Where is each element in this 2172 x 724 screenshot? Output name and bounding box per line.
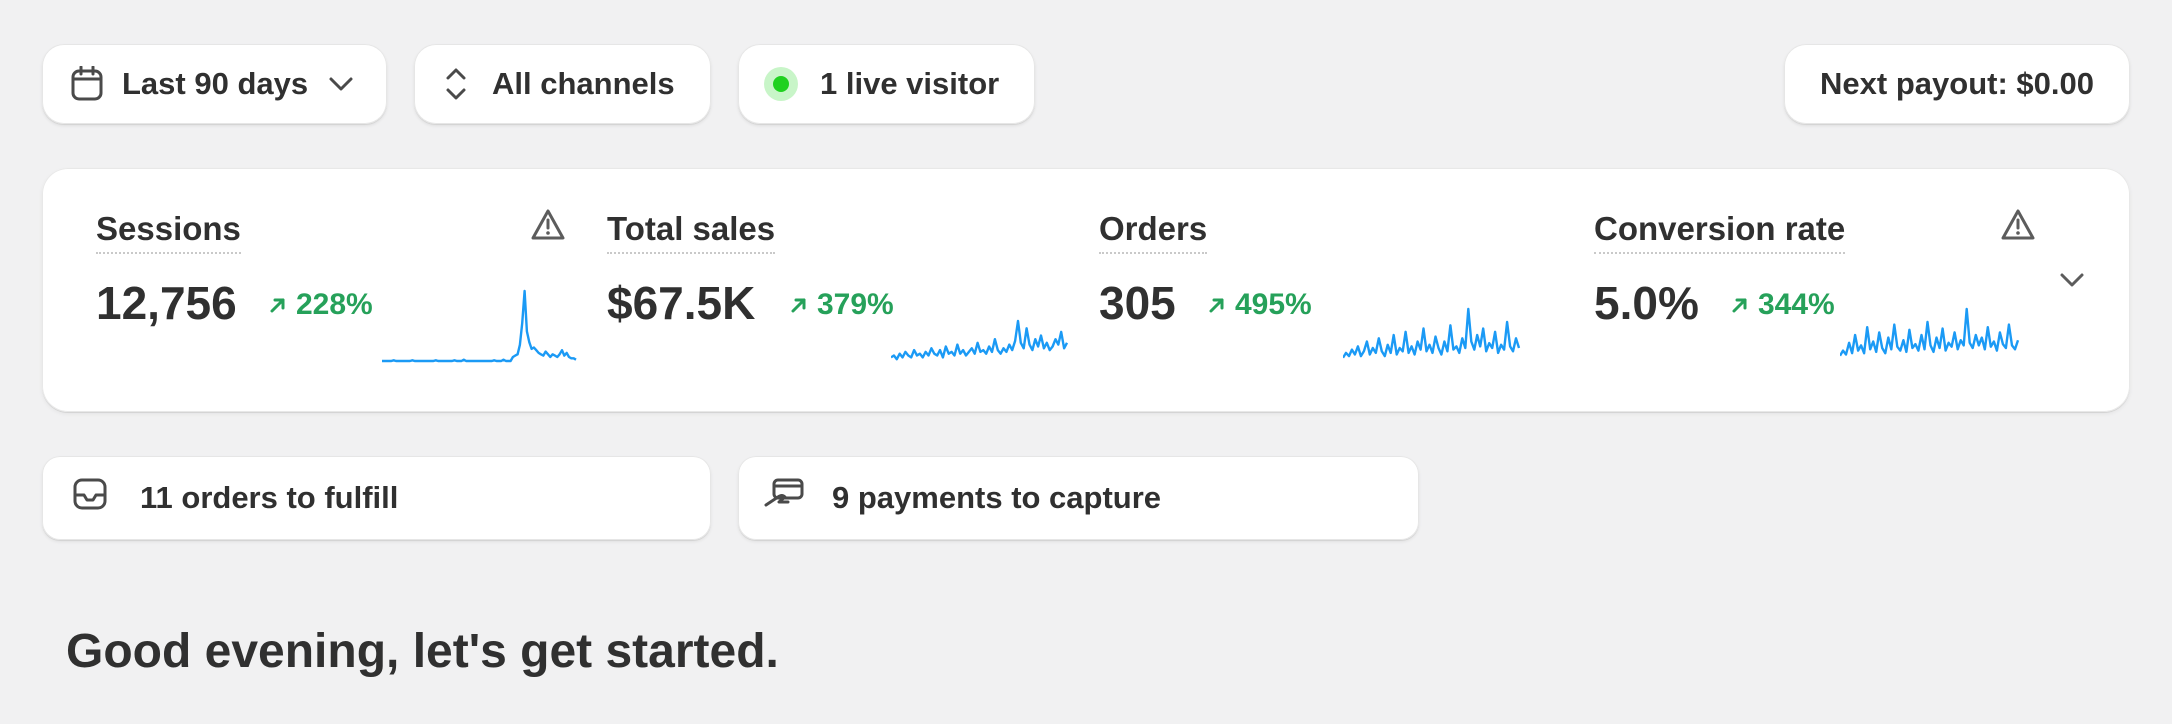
- metric-value: $67.5K: [607, 277, 756, 329]
- metric-change: 379%: [789, 288, 894, 322]
- date-range-button[interactable]: Last 90 days: [42, 44, 387, 124]
- warning-icon[interactable]: [2000, 208, 2036, 247]
- trend-up-icon: [1732, 298, 1747, 313]
- trend-up-icon: [791, 298, 806, 313]
- sparkline-line: [891, 319, 1069, 361]
- metric-change-value: 379%: [817, 288, 894, 321]
- metric-label: Total sales: [607, 210, 776, 254]
- metric-sessions[interactable]: Sessions 12,756 228%: [96, 168, 577, 412]
- calendar-icon: [70, 66, 104, 102]
- inbox-icon: [72, 477, 108, 519]
- task-label: 9 payments to capture: [832, 480, 1162, 515]
- sparkline-line: [1840, 307, 2020, 357]
- metric-change: 495%: [1207, 288, 1312, 322]
- trend-up-icon: [1209, 298, 1224, 313]
- sparkline-line: [382, 289, 577, 363]
- metric-change: 344%: [1730, 288, 1835, 322]
- metric-conversion-rate[interactable]: Conversion rate 5.0% 344%: [1594, 168, 2074, 412]
- live-visitors-label: 1 live visitor: [820, 66, 1000, 101]
- metric-total-sales[interactable]: Total sales $67.5K 379%: [607, 168, 1077, 412]
- live-indicator-icon: [764, 67, 798, 101]
- greeting-heading: Good evening, let's get started.: [66, 625, 779, 678]
- live-visitors-button[interactable]: 1 live visitor: [738, 44, 1035, 124]
- channel-label: All channels: [492, 66, 675, 101]
- metric-change-value: 228%: [296, 288, 373, 321]
- payments-to-capture-button[interactable]: 9 payments to capture: [738, 456, 1419, 540]
- warning-icon[interactable]: [530, 208, 566, 247]
- metric-value: 305: [1099, 277, 1176, 329]
- metric-label: Sessions: [96, 210, 241, 254]
- payment-hand-icon: [764, 477, 806, 519]
- channel-select[interactable]: All channels: [414, 44, 711, 124]
- expand-metrics-button[interactable]: [2052, 260, 2092, 300]
- next-payout-button[interactable]: Next payout: $0.00: [1784, 44, 2130, 124]
- date-range-label: Last 90 days: [122, 66, 309, 101]
- metric-label: Conversion rate: [1594, 210, 1846, 254]
- total-sales-sparkline: [891, 319, 1069, 361]
- metrics-card: Sessions 12,756 228% Total sales $67.5K …: [42, 168, 2130, 412]
- orders-to-fulfill-button[interactable]: 11 orders to fulfill: [42, 456, 711, 540]
- metric-value: 12,756: [96, 277, 237, 329]
- task-label: 11 orders to fulfill: [140, 480, 399, 515]
- sessions-sparkline: [382, 289, 577, 363]
- selector-arrows-icon: [444, 65, 468, 103]
- orders-sparkline: [1343, 307, 1521, 359]
- sparkline-line: [1343, 307, 1521, 359]
- metric-change-value: 344%: [1758, 288, 1835, 321]
- trend-up-icon: [270, 298, 285, 313]
- metric-change: 228%: [268, 288, 373, 322]
- metric-orders[interactable]: Orders 305 495%: [1099, 168, 1569, 412]
- chevron-down-icon: [2060, 273, 2084, 287]
- chevron-down-icon: [328, 76, 354, 92]
- conversion-rate-sparkline: [1840, 307, 2020, 357]
- metric-value: 5.0%: [1594, 277, 1699, 329]
- metric-change-value: 495%: [1235, 288, 1312, 321]
- next-payout-label: Next payout: $0.00: [1820, 66, 2094, 101]
- metric-label: Orders: [1099, 210, 1208, 254]
